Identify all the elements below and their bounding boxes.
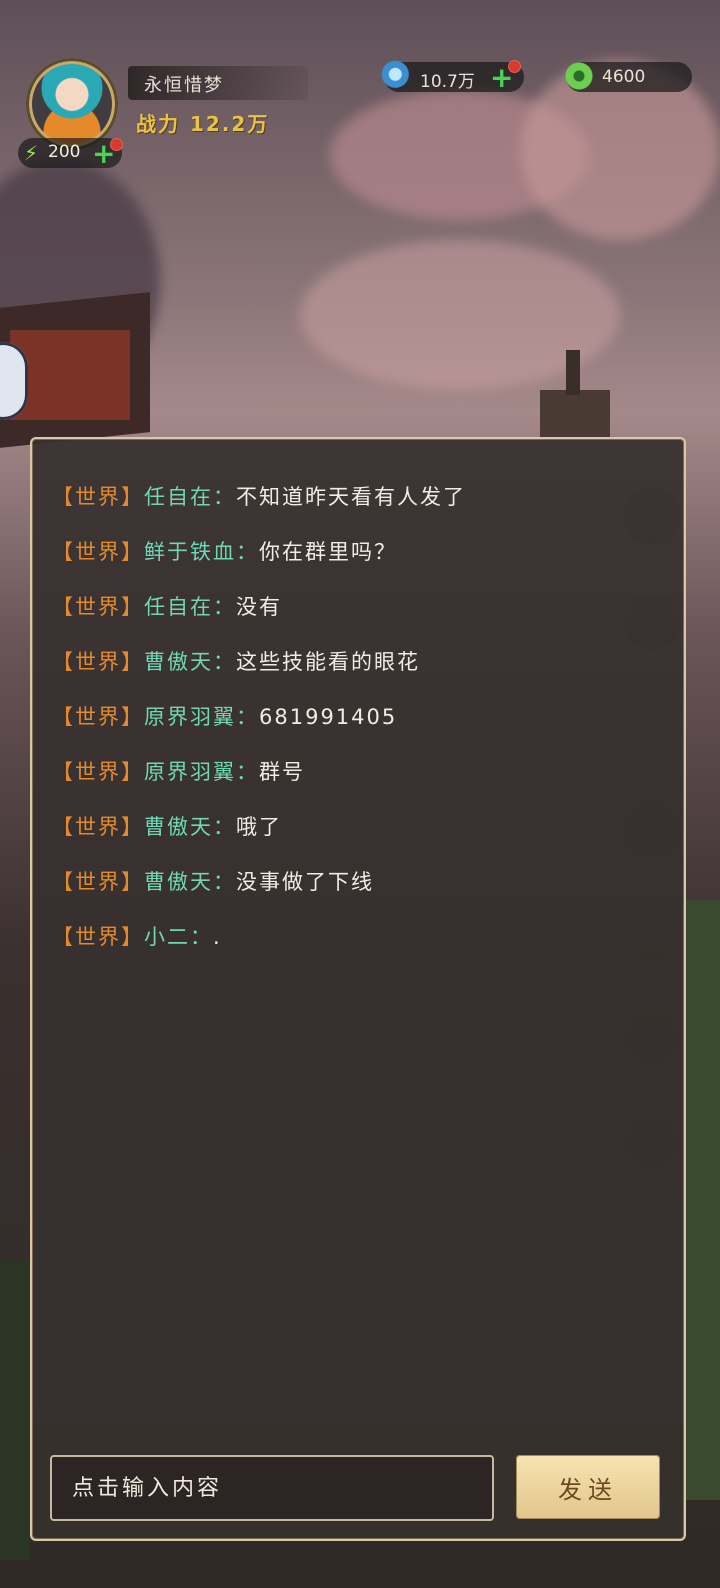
channel-tag: 【世界】: [52, 540, 144, 564]
chat-message: 【世界】曹傲天：哦了: [52, 811, 672, 866]
coin-value: 4600: [602, 67, 646, 87]
chat-message: 【世界】任自在：不知道昨天看有人发了: [52, 481, 672, 536]
lightning-icon: ⚡: [24, 141, 39, 165]
side-tab-handle[interactable]: [0, 342, 28, 420]
sender-name[interactable]: 曹傲天：: [144, 650, 236, 674]
resource-coin: 4600: [562, 59, 692, 93]
energy-value: 200: [48, 142, 81, 162]
channel-tag: 【世界】: [52, 650, 144, 674]
sender-name[interactable]: 曹傲天：: [144, 870, 236, 894]
jade-gem-icon: [380, 59, 414, 93]
sender-name[interactable]: 原界羽翼：: [144, 705, 259, 729]
chat-message: 【世界】鲜于铁血：你在群里吗？: [52, 536, 672, 591]
chat-message: 【世界】小二：.: [52, 921, 672, 976]
notification-dot: [508, 60, 521, 73]
jade-value: 10.7万: [420, 72, 475, 92]
chat-message-list: 【世界】任自在：不知道昨天看有人发了 【世界】鲜于铁血：你在群里吗？ 【世界】任…: [52, 481, 672, 976]
chat-panel: 【世界】任自在：不知道昨天看有人发了 【世界】鲜于铁血：你在群里吗？ 【世界】任…: [30, 437, 686, 1541]
channel-tag: 【世界】: [52, 485, 144, 509]
power-value: 12.2万: [190, 112, 270, 136]
channel-tag: 【世界】: [52, 925, 144, 949]
message-text: 681991405: [259, 705, 398, 729]
channel-tag: 【世界】: [52, 705, 144, 729]
message-text: 没有: [236, 595, 282, 619]
message-text: 哦了: [236, 815, 282, 839]
message-text: 你在群里吗？: [259, 540, 397, 564]
chat-message: 【世界】原界羽翼：681991405: [52, 701, 672, 756]
send-button[interactable]: 发送: [516, 1455, 660, 1519]
green-coin-icon: [562, 59, 596, 93]
channel-tag: 【世界】: [52, 595, 144, 619]
chat-message: 【世界】曹傲天：这些技能看的眼花: [52, 646, 672, 701]
chat-input-box[interactable]: [50, 1455, 494, 1521]
sender-name[interactable]: 小二：: [144, 925, 213, 949]
sender-name[interactable]: 原界羽翼：: [144, 760, 259, 784]
player-name-bar: 永恒惜梦: [128, 66, 308, 100]
avatar: [32, 64, 112, 144]
message-text: 不知道昨天看有人发了: [236, 485, 466, 509]
message-text: 这些技能看的眼花: [236, 650, 420, 674]
sender-name[interactable]: 曹傲天：: [144, 815, 236, 839]
player-name: 永恒惜梦: [144, 75, 224, 96]
sender-name[interactable]: 任自在：: [144, 485, 236, 509]
channel-tag: 【世界】: [52, 815, 144, 839]
chat-message: 【世界】曹傲天：没事做了下线: [52, 866, 672, 921]
combat-power: 战力 12.2万: [136, 108, 269, 137]
chat-input[interactable]: [70, 1467, 474, 1509]
notification-dot: [110, 138, 123, 151]
message-text: .: [213, 925, 222, 949]
sender-name[interactable]: 任自在：: [144, 595, 236, 619]
channel-tag: 【世界】: [52, 760, 144, 784]
power-label: 战力: [136, 112, 180, 136]
sender-name[interactable]: 鲜于铁血：: [144, 540, 259, 564]
chat-message: 【世界】原界羽翼：群号: [52, 756, 672, 811]
chat-message: 【世界】任自在：没有: [52, 591, 672, 646]
message-text: 群号: [259, 760, 305, 784]
channel-tag: 【世界】: [52, 870, 144, 894]
message-text: 没事做了下线: [236, 870, 374, 894]
